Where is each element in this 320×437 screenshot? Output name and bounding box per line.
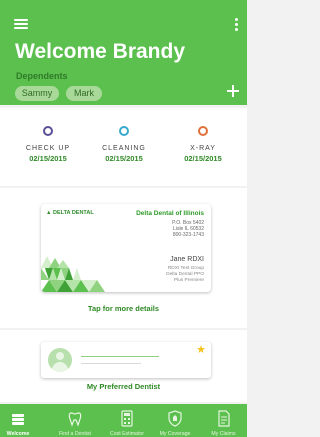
nav-item-find-a-dentist[interactable]: Find a Dentist: [50, 404, 100, 437]
appointment-name: X-RAY: [190, 145, 216, 152]
hamburger-menu-icon[interactable]: [14, 19, 28, 29]
insurance-card-section: ▲ DELTA DENTAL Delta Dental of Illinois …: [0, 188, 247, 328]
delta-dental-logo: ▲ DELTA DENTAL: [46, 210, 94, 216]
appointment-x-ray[interactable]: X-RAY 02/15/2015: [163, 126, 243, 163]
appointment-name: CLEANING: [102, 145, 146, 152]
nav-item-my-coverage[interactable]: My Coverage: [152, 404, 198, 437]
calculator-icon: [121, 410, 133, 427]
member-info: RDXI Test Group Delta Dental PPO Plus Pr…: [166, 266, 204, 283]
insurance-card[interactable]: ▲ DELTA DENTAL Delta Dental of Illinois …: [41, 204, 211, 292]
nav-label: My Claims: [211, 431, 236, 437]
bottom-navigation: Welcome Find a Dentist Cost Estimator My…: [0, 404, 247, 437]
home-icon: [12, 414, 24, 425]
document-icon: [217, 410, 230, 427]
triangle-pattern-decoration: [41, 256, 105, 292]
nav-label: Find a Dentist: [58, 431, 91, 437]
placeholder-line: [81, 356, 159, 357]
app-header: Welcome Brandy Dependents Sammy Mark: [0, 0, 247, 105]
plan-address: P.O. Box 5402 Lisle IL 60532 800-323-174…: [172, 220, 204, 238]
placeholder-line: [81, 363, 141, 364]
appointment-date: 02/15/2015: [29, 154, 67, 163]
appointment-name: CHECK UP: [25, 145, 71, 152]
plan-name: Delta Dental of Illinois: [136, 210, 204, 217]
nav-label: Welcome: [6, 431, 30, 437]
member-name: Jane RDXI: [170, 256, 204, 263]
nav-item-my-claims[interactable]: My Claims: [200, 404, 247, 437]
status-ring-icon: [198, 126, 208, 136]
overflow-menu-icon[interactable]: [234, 18, 238, 32]
nav-label: My Coverage: [159, 431, 191, 437]
shield-icon: [168, 410, 182, 427]
tooth-icon: [68, 412, 82, 427]
dependent-chip-mark[interactable]: Mark: [66, 86, 102, 101]
nav-label: Cost Estimator: [109, 431, 144, 437]
preferred-dentist-link[interactable]: My Preferred Dentist: [0, 382, 247, 391]
status-ring-icon: [119, 126, 129, 136]
nav-item-cost-estimator[interactable]: Cost Estimator: [102, 404, 152, 437]
preferred-dentist-card[interactable]: ★: [41, 342, 211, 378]
star-icon[interactable]: ★: [196, 345, 206, 356]
page-title: Welcome Brandy: [15, 40, 185, 63]
appointment-check-up[interactable]: CHECK UP 02/15/2015: [8, 126, 88, 163]
appointment-date: 02/15/2015: [105, 154, 143, 163]
dentist-avatar: [48, 348, 72, 372]
tap-for-details-link[interactable]: Tap for more details: [0, 304, 247, 313]
preferred-dentist-section: ★ My Preferred Dentist: [0, 330, 247, 402]
dependent-chip-sammy[interactable]: Sammy: [15, 86, 59, 101]
status-ring-icon: [43, 126, 53, 136]
appointment-date: 02/15/2015: [184, 154, 222, 163]
appointments-section: CHECK UP 02/15/2015 CLEANING 02/15/2015 …: [0, 108, 247, 186]
appointment-cleaning[interactable]: CLEANING 02/15/2015: [84, 126, 164, 163]
nav-item-welcome[interactable]: Welcome: [0, 404, 36, 437]
dependents-label: Dependents: [16, 71, 68, 81]
add-dependent-icon[interactable]: [227, 85, 239, 97]
